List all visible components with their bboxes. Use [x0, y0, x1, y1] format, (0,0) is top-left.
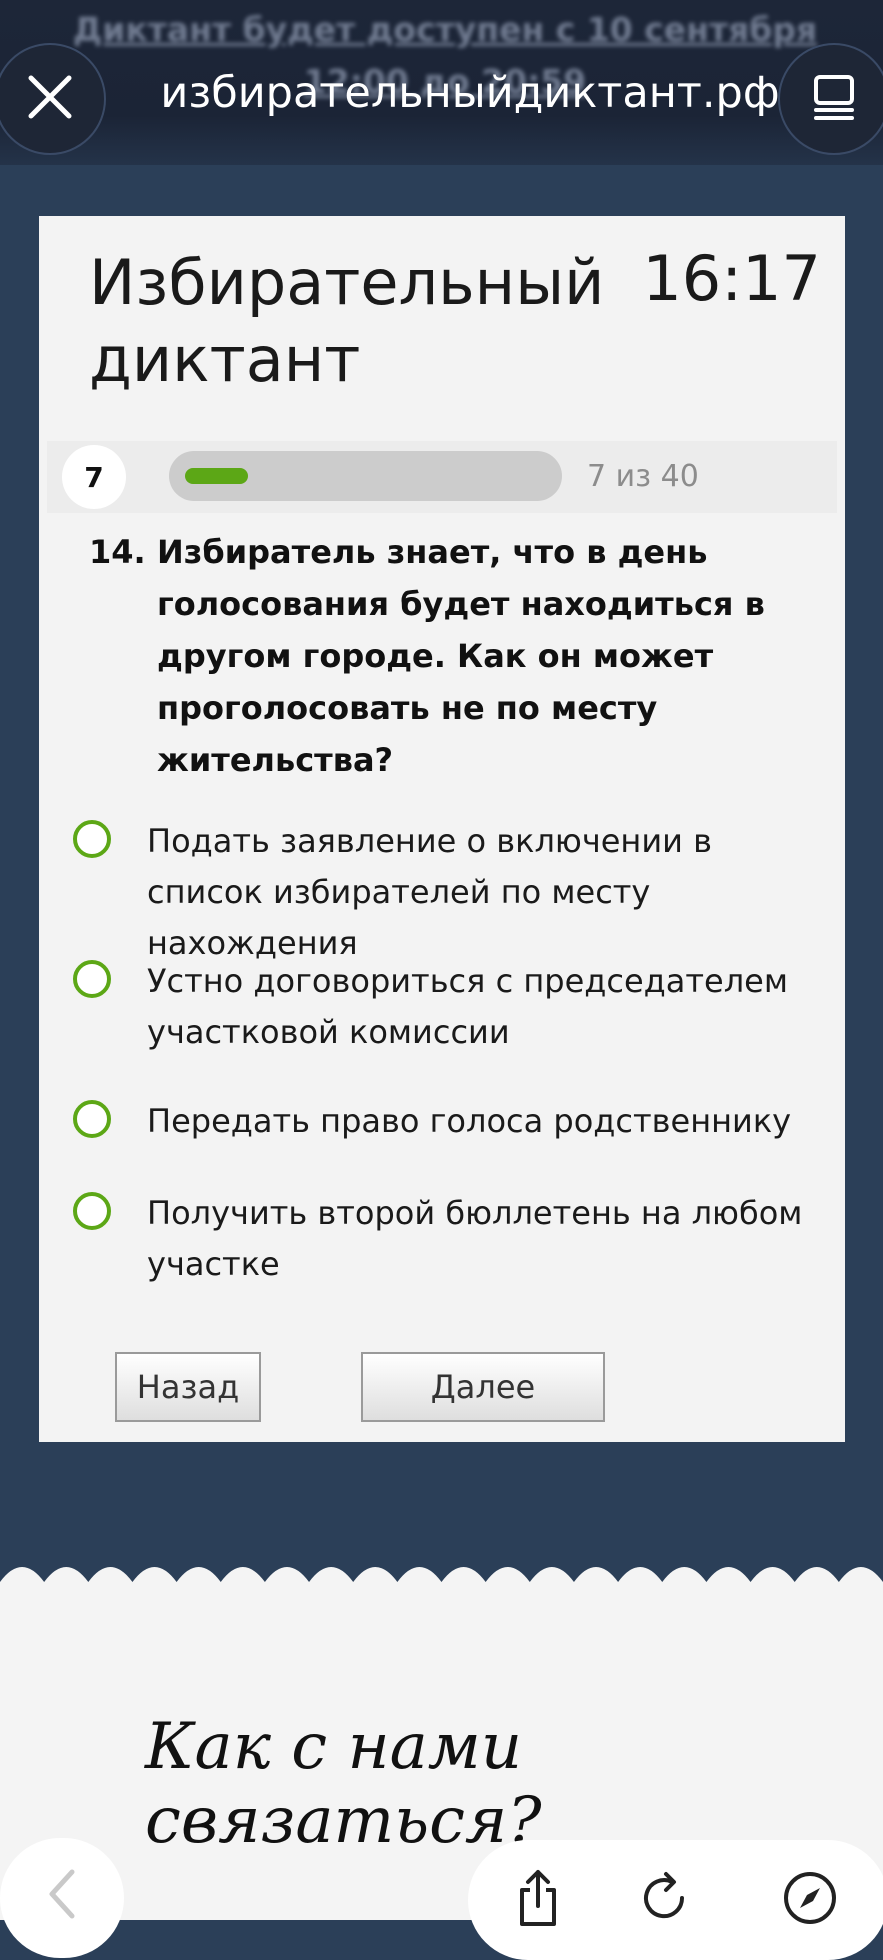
tabs-button[interactable]	[778, 43, 883, 155]
answer-label[interactable]: Подать заявление о включении в список из…	[147, 816, 807, 969]
radio-button[interactable]	[73, 1100, 111, 1138]
browser-actions	[468, 1840, 883, 1960]
wave-divider	[0, 1567, 883, 1620]
back-button[interactable]: Назад	[115, 1352, 261, 1422]
radio-button[interactable]	[73, 960, 111, 998]
progress-track	[169, 451, 562, 501]
answer-label[interactable]: Устно договориться с председателем участ…	[147, 956, 807, 1058]
progress-counter: 7 из 40	[587, 459, 699, 494]
tabs-icon	[810, 74, 858, 124]
quiz-card: Избирательный диктант 16:17 7 7 из 40 14…	[39, 216, 845, 1442]
progress-fill	[185, 468, 248, 484]
quiz-header: Избирательный диктант 16:17	[39, 216, 845, 412]
quiz-title: Избирательный диктант	[89, 246, 605, 396]
timer: 16:17	[642, 242, 821, 315]
answer-label[interactable]: Получить второй бюллетень на любом участ…	[147, 1188, 807, 1290]
next-button[interactable]: Далее	[361, 1352, 605, 1422]
close-button[interactable]	[0, 43, 106, 155]
progress-row: 7 7 из 40	[47, 441, 837, 513]
chevron-left-icon	[42, 1864, 82, 1928]
radio-button[interactable]	[73, 1192, 111, 1230]
share-icon[interactable]	[512, 1868, 564, 1932]
radio-button[interactable]	[73, 820, 111, 858]
url-text[interactable]: избирательныйдиктант.рф	[150, 68, 790, 118]
contact-section: Как с нами связаться?	[0, 1618, 883, 1960]
browser-top-bar: Диктант будет доступен с 10 сентября 12:…	[0, 0, 883, 165]
question-text: Избиратель знает, что в день голосования…	[157, 533, 765, 779]
current-question-badge: 7	[62, 445, 126, 509]
question-number: 14.	[89, 533, 146, 571]
contact-heading: Как с нами связаться?	[145, 1710, 542, 1858]
close-icon	[25, 72, 75, 126]
answer-label[interactable]: Передать право голоса родственнику	[147, 1096, 807, 1147]
reload-icon[interactable]	[638, 1868, 694, 1932]
compass-icon[interactable]	[780, 1868, 840, 1932]
browser-back-button[interactable]	[0, 1838, 124, 1958]
